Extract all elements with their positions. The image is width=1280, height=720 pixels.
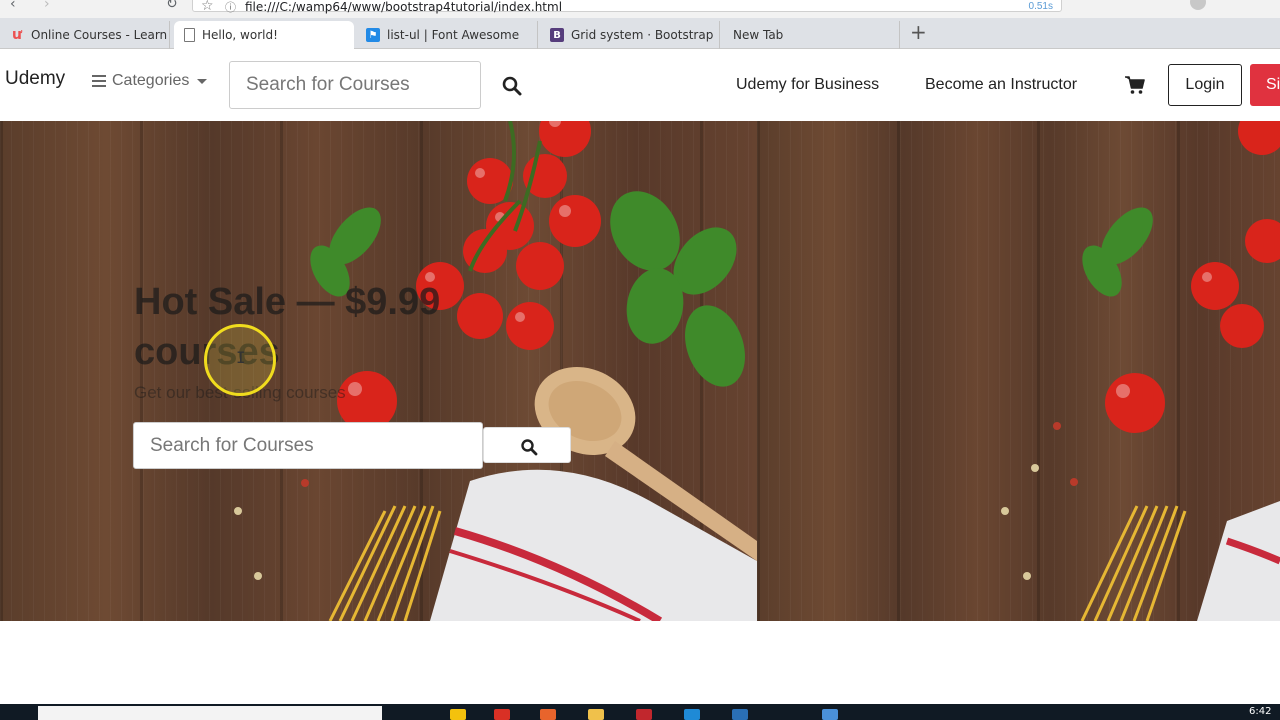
- tab-new-tab[interactable]: New Tab: [722, 21, 900, 49]
- bootstrap-icon: B: [550, 28, 564, 42]
- search-icon[interactable]: [496, 70, 528, 102]
- shopping-cart-icon[interactable]: [1124, 74, 1146, 96]
- omnibox[interactable]: ☆ ⓘ file:///C:/wamp64/www/bootstrap4tuto…: [192, 0, 1062, 14]
- tab-title: Hello, world!: [202, 28, 278, 42]
- back-icon[interactable]: ‹: [10, 0, 16, 12]
- tab-title: Grid system · Bootstrap: [571, 28, 714, 42]
- categories-dropdown[interactable]: Categories: [92, 72, 208, 90]
- tab-online-courses[interactable]: ư Online Courses - Learn Any: [0, 21, 170, 49]
- hero-search-input[interactable]: [133, 422, 483, 469]
- font-awesome-icon: ⚑: [366, 28, 380, 42]
- app-taskbar-icon-active[interactable]: [540, 709, 556, 720]
- navbar-search-input[interactable]: [229, 61, 481, 109]
- caret-down-icon: [197, 78, 208, 84]
- document-icon: [184, 28, 195, 42]
- hero-search-button[interactable]: [483, 427, 571, 463]
- hero-background-image-repeat: [757, 121, 1280, 621]
- text-cursor-icon: I: [236, 348, 246, 367]
- hero-title: Hot Sale — $9.99 courses: [134, 281, 441, 373]
- reload-icon[interactable]: ↻: [166, 0, 178, 12]
- file-icon: ⓘ: [225, 2, 236, 14]
- forward-icon[interactable]: ›: [44, 0, 50, 12]
- file-explorer-taskbar-icon[interactable]: [588, 709, 604, 720]
- address-bar-area: ‹ › ↻ ☆ ⓘ file:///C:/wamp64/www/bootstra…: [0, 0, 1280, 18]
- url-text[interactable]: file:///C:/wamp64/www/bootstrap4tutorial…: [245, 0, 562, 14]
- load-time-badge: 0.51s: [1028, 1, 1053, 12]
- become-instructor-link[interactable]: Become an Instructor: [925, 76, 1077, 94]
- udemy-for-business-link[interactable]: Udemy for Business: [736, 76, 879, 94]
- windows-taskbar: 6:42: [0, 704, 1280, 720]
- list-icon: [92, 75, 106, 87]
- tab-hello-world[interactable]: Hello, world!: [174, 21, 354, 49]
- new-tab-plus-icon[interactable]: +: [910, 20, 927, 44]
- tab-strip: ư Online Courses - Learn Any Hello, worl…: [0, 18, 1280, 49]
- taskbar-clock: 6:42: [1249, 706, 1272, 717]
- extension-icon[interactable]: [1190, 0, 1206, 10]
- udemy-icon: ư: [12, 27, 22, 43]
- search-icon: [521, 439, 538, 456]
- app-taskbar-icon[interactable]: [494, 709, 510, 720]
- app-taskbar-icon[interactable]: [822, 709, 838, 720]
- tab-bootstrap-grid[interactable]: B Grid system · Bootstrap: [540, 21, 720, 49]
- categories-label: Categories: [112, 72, 190, 89]
- tab-title: list-ul | Font Awesome: [387, 28, 520, 42]
- bookmark-star-icon[interactable]: ☆: [201, 0, 214, 14]
- app-taskbar-icon[interactable]: [636, 709, 652, 720]
- app-taskbar-icon[interactable]: [732, 709, 748, 720]
- tab-title: New Tab: [733, 28, 784, 42]
- app-taskbar-icon[interactable]: [684, 709, 700, 720]
- signup-button[interactable]: Si: [1250, 64, 1280, 106]
- brand-logo[interactable]: Udemy: [5, 68, 65, 90]
- login-button[interactable]: Login: [1168, 64, 1242, 106]
- chrome-taskbar-icon[interactable]: [450, 709, 466, 720]
- taskbar-search-box[interactable]: [38, 706, 382, 720]
- tab-font-awesome[interactable]: ⚑ list-ul | Font Awesome: [356, 21, 538, 49]
- tab-title: Online Courses - Learn Any: [31, 28, 169, 42]
- hero-section: Hot Sale — $9.99 courses Get our best-se…: [0, 121, 1280, 621]
- site-navbar: Udemy Categories Udemy for Business Beco…: [0, 50, 1280, 121]
